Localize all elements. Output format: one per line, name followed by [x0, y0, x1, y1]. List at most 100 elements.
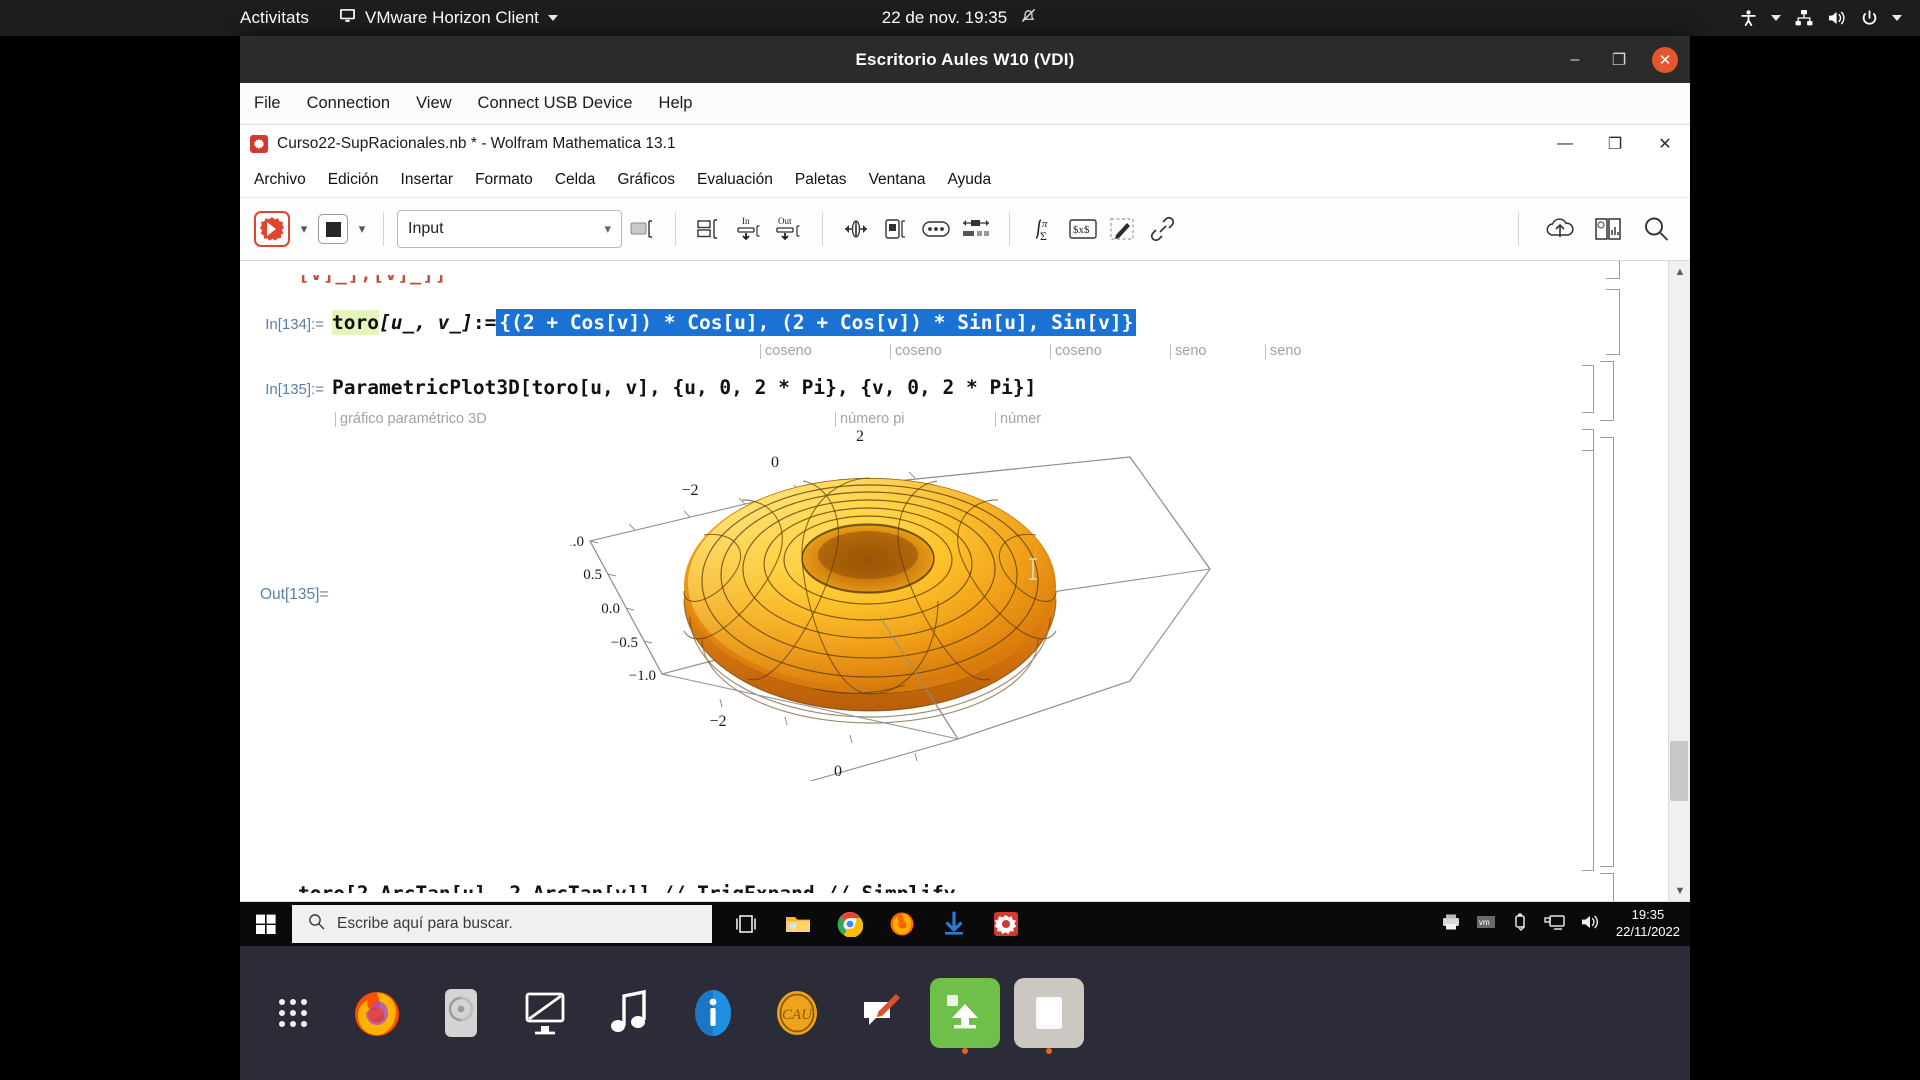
menu-paletas[interactable]: Paletas: [795, 171, 847, 189]
menu-edicion[interactable]: Edición: [328, 171, 379, 189]
bell-muted-icon[interactable]: [1019, 6, 1038, 30]
abort-evaluation-button[interactable]: [318, 214, 348, 244]
insert-input-cell-icon[interactable]: In: [729, 209, 769, 249]
vmware-menu-file[interactable]: File: [254, 94, 281, 113]
vmware-menu-connect-usb[interactable]: Connect USB Device: [478, 94, 633, 113]
clock-button[interactable]: 22 de nov. 19:35: [882, 8, 1007, 28]
vmware-menu-help[interactable]: Help: [659, 94, 693, 113]
notebook-area[interactable]: [v]_],[v]_]] In[134]:= toro [u_, v_] := {…: [240, 261, 1690, 902]
ellipsis-icon[interactable]: [916, 209, 956, 249]
cell-bracket[interactable]: [1606, 261, 1620, 279]
input-cell-next-clipped[interactable]: toro[2 ArcTan[u], 2 ArcTan[v]] // TrigEx…: [298, 882, 955, 893]
menu-archivo[interactable]: Archivo: [254, 171, 306, 189]
input-cell-135[interactable]: In[135]:= ParametricPlot3D[toro[u, v], {…: [240, 376, 1036, 399]
dock-item-vmware-horizon[interactable]: [930, 978, 1000, 1054]
mathematica-restore-button[interactable]: ❐: [1590, 125, 1640, 163]
menu-graficos[interactable]: Gráficos: [617, 171, 675, 189]
menu-formato[interactable]: Formato: [475, 171, 533, 189]
dock-item-show-applications[interactable]: [258, 978, 328, 1048]
dock-item-disc-burner[interactable]: [426, 978, 496, 1048]
dock-item-help[interactable]: [678, 978, 748, 1048]
usb-device-icon[interactable]: [1510, 912, 1530, 937]
accessibility-icon[interactable]: [1739, 9, 1758, 28]
cell-bracket-icon[interactable]: [622, 209, 662, 249]
windows-start-icon[interactable]: [240, 902, 292, 946]
vmware-menu-view[interactable]: View: [416, 94, 451, 113]
menu-evaluacion[interactable]: Evaluación: [697, 171, 773, 189]
dock-item-files[interactable]: [1014, 978, 1084, 1054]
clock-time: 19:35: [1631, 907, 1665, 923]
cell-bracket-output[interactable]: [1600, 437, 1614, 867]
dock-item-music-player[interactable]: [594, 978, 664, 1048]
cell-bracket[interactable]: [1600, 361, 1614, 421]
firefox-icon[interactable]: [880, 902, 924, 946]
scroll-down-chevron-down-icon[interactable]: ▼: [1669, 880, 1690, 901]
tex-dollar-icon[interactable]: $x$: [1063, 209, 1103, 249]
vmware-close-button[interactable]: ✕: [1652, 46, 1678, 73]
network-wired-icon[interactable]: [1794, 9, 1814, 27]
toro-symbol: toro: [332, 310, 379, 335]
parametricplot3d-code: ParametricPlot3D[toro[u, v], {u, 0, 2 * …: [332, 376, 1037, 399]
remote-display-icon[interactable]: [1544, 913, 1566, 936]
dock-item-firefox[interactable]: [342, 978, 412, 1048]
mathematica-close-button[interactable]: ✕: [1640, 125, 1690, 163]
hyperlink-icon[interactable]: [1143, 209, 1183, 249]
dock-item-cau[interactable]: CAU: [762, 978, 832, 1048]
file-explorer-icon[interactable]: [776, 902, 820, 946]
chevron-down-icon[interactable]: [1771, 15, 1781, 21]
manipulate-slider-icon[interactable]: [956, 209, 996, 249]
documentation-icon[interactable]: [1588, 209, 1628, 249]
parametric-plot-3d-torus[interactable]: 1.0 0.5 0.0 −0.5 −1.0: [565, 421, 1230, 825]
align-center-icon[interactable]: [836, 209, 876, 249]
task-view-icon[interactable]: [724, 902, 768, 946]
group-cells-icon[interactable]: [689, 209, 729, 249]
cell-bracket[interactable]: [1600, 873, 1614, 901]
svg-text:−2: −2: [709, 713, 726, 730]
menu-ventana[interactable]: Ventana: [869, 171, 926, 189]
svg-text:1.0: 1.0: [570, 534, 584, 550]
taskbar-clock[interactable]: 19:35 22/11/2022: [1616, 907, 1680, 941]
cell-style-select[interactable]: Input ▾: [397, 210, 622, 248]
chevron-down-icon[interactable]: [1892, 15, 1902, 21]
insert-output-cell-icon[interactable]: Out: [769, 209, 809, 249]
mathematica-minimize-button[interactable]: —: [1540, 125, 1590, 163]
selected-expression[interactable]: {(2 + Cos[v]) * Cos[u], (2 + Cos[v]) * S…: [496, 309, 1137, 336]
vmware-maximize-button[interactable]: ❐: [1608, 50, 1630, 70]
printer-tray-icon[interactable]: [1440, 913, 1462, 936]
scroll-up-chevron-up-icon[interactable]: ▲: [1669, 261, 1690, 283]
duplicate-cell-icon[interactable]: [876, 209, 916, 249]
cell-bracket[interactable]: [1582, 365, 1594, 413]
integral-sigma-icon[interactable]: π Σ: [1023, 209, 1063, 249]
taskbar-search-input[interactable]: Escribe aquí para buscar.: [292, 905, 712, 943]
search-icon[interactable]: [1636, 209, 1676, 249]
volume-icon[interactable]: [1827, 9, 1847, 27]
svg-text:Out: Out: [778, 216, 792, 226]
notebook-vertical-scrollbar[interactable]: ▲ ▼: [1668, 261, 1690, 901]
vmware-minimize-button[interactable]: –: [1564, 51, 1586, 69]
scrollbar-thumb[interactable]: [1670, 741, 1688, 801]
cell-bracket[interactable]: [1606, 289, 1620, 355]
menu-ayuda[interactable]: Ayuda: [947, 171, 991, 189]
run-options-chevron-down-icon[interactable]: ▾: [296, 212, 312, 246]
freehand-draw-icon[interactable]: [1103, 209, 1143, 249]
svg-text:CAU: CAU: [782, 1007, 813, 1023]
power-icon[interactable]: [1860, 9, 1879, 28]
volume-icon[interactable]: [1580, 913, 1602, 936]
menu-insertar[interactable]: Insertar: [401, 171, 454, 189]
menu-celda[interactable]: Celda: [555, 171, 596, 189]
run-evaluate-button[interactable]: [254, 211, 290, 247]
abort-options-chevron-down-icon[interactable]: ▾: [354, 212, 370, 246]
cell-bracket-group[interactable]: [1582, 429, 1594, 871]
chrome-icon[interactable]: [828, 902, 872, 946]
input-cell-134[interactable]: In[134]:= toro [u_, v_] := {(2 + Cos[v]) …: [240, 309, 1137, 336]
mathematica-icon[interactable]: [984, 902, 1028, 946]
dock-item-notes[interactable]: [846, 978, 916, 1048]
cloud-upload-icon[interactable]: [1540, 209, 1580, 249]
search-icon: [308, 913, 325, 935]
vmware-menu-connection[interactable]: Connection: [307, 94, 390, 113]
vmware-vm-icon[interactable]: vm: [1476, 914, 1496, 935]
download-arrow-icon[interactable]: [932, 902, 976, 946]
notebook-canvas[interactable]: [v]_],[v]_]] In[134]:= toro [u_, v_] := {…: [240, 261, 1644, 901]
dock-item-display-settings[interactable]: [510, 978, 580, 1048]
cell-bracket-column[interactable]: [1566, 261, 1644, 901]
